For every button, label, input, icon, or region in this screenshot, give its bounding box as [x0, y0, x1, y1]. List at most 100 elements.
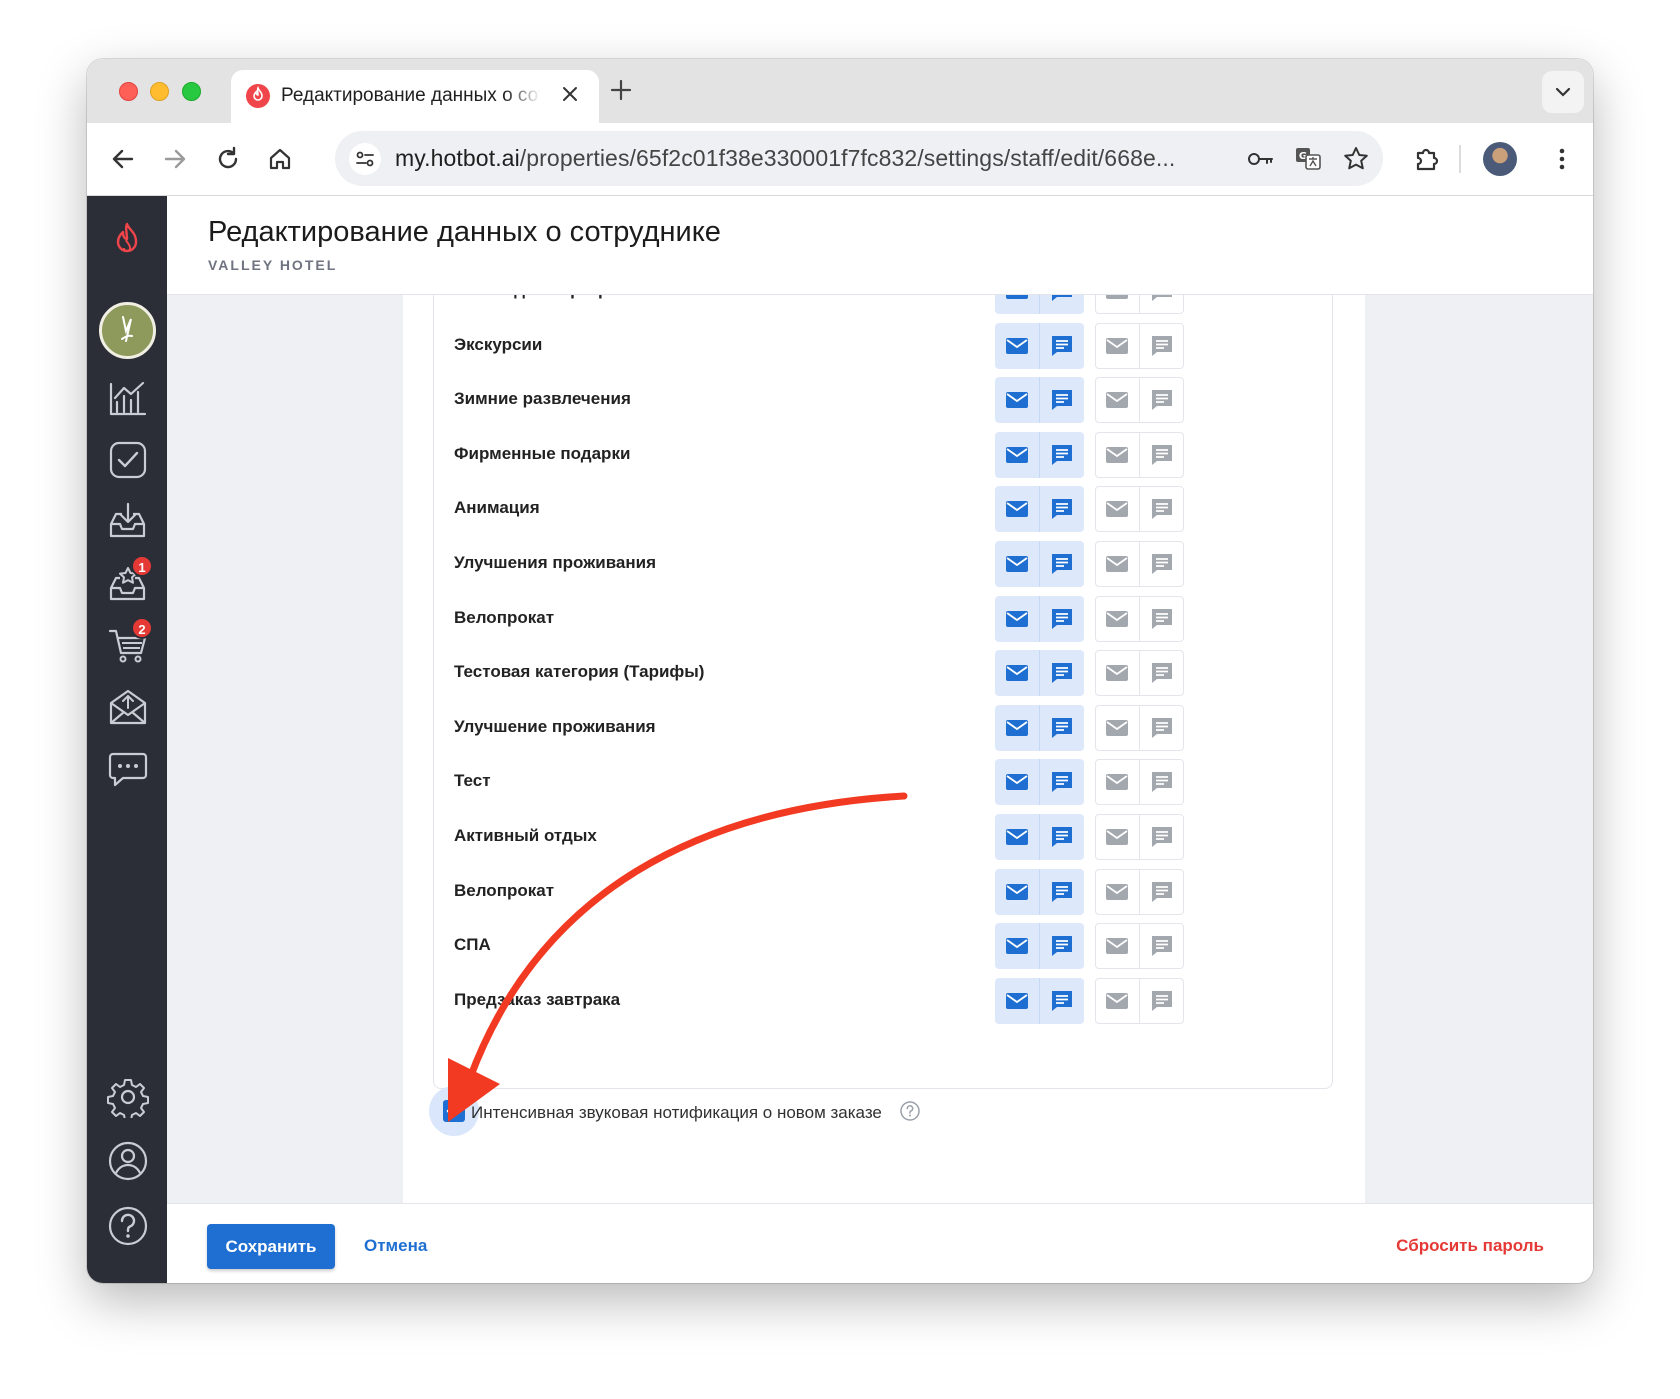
email-off-icon[interactable]	[1104, 496, 1130, 522]
email-off-icon[interactable]	[1104, 715, 1130, 741]
email-off-icon[interactable]	[1104, 333, 1130, 359]
close-icon[interactable]	[558, 82, 582, 106]
translate-icon[interactable]: G	[1293, 144, 1323, 174]
sms-on-icon[interactable]	[1049, 496, 1075, 522]
sms-off-icon[interactable]	[1149, 442, 1175, 468]
sms-on-icon[interactable]	[1049, 824, 1075, 850]
browser-tab[interactable]: Редактирование данных о сотруднике	[231, 70, 599, 123]
sms-off-icon[interactable]	[1149, 933, 1175, 959]
email-on-icon[interactable]	[1004, 551, 1030, 577]
sms-off-icon[interactable]	[1149, 715, 1175, 741]
help-question-icon[interactable]	[107, 1205, 149, 1247]
email-off-icon[interactable]	[1104, 606, 1130, 632]
sms-off-icon[interactable]	[1149, 769, 1175, 795]
sms-off-icon[interactable]	[1149, 496, 1175, 522]
sms-on-icon[interactable]	[1049, 606, 1075, 632]
inbox-download-icon[interactable]	[107, 500, 149, 542]
sms-off-icon[interactable]	[1149, 988, 1175, 1014]
forward-arrow-icon[interactable]	[159, 143, 191, 175]
close-window-button[interactable]	[119, 82, 138, 101]
email-off-icon[interactable]	[1104, 660, 1130, 686]
email-on-icon[interactable]	[1004, 769, 1030, 795]
maximize-window-button[interactable]	[182, 82, 201, 101]
cancel-link[interactable]: Отмена	[364, 1236, 427, 1256]
group-divider	[1039, 814, 1040, 860]
settings-gear-icon[interactable]	[107, 1076, 149, 1121]
selected-channels-group	[995, 814, 1084, 860]
email-off-icon[interactable]	[1104, 551, 1130, 577]
help-circle-icon[interactable]	[899, 1100, 921, 1122]
unselected-channels-group	[1095, 322, 1184, 369]
tab-search-chevron-down-icon[interactable]	[1542, 71, 1584, 113]
tasks-check-icon[interactable]	[107, 439, 149, 481]
email-on-icon[interactable]	[1004, 442, 1030, 468]
email-on-icon[interactable]	[1004, 606, 1030, 632]
analytics-chart-icon[interactable]	[107, 376, 149, 418]
sms-off-icon[interactable]	[1149, 387, 1175, 413]
email-on-icon[interactable]	[1004, 715, 1030, 741]
email-off-icon[interactable]	[1104, 769, 1130, 795]
intensive-sound-label: Интенсивная звуковая нотификация о новом…	[471, 1103, 882, 1122]
email-on-icon[interactable]	[1004, 387, 1030, 413]
reset-password-link[interactable]: Сбросить пароль	[1396, 1236, 1544, 1256]
email-off-icon[interactable]	[1104, 988, 1130, 1014]
category-row: Улучшение проживания	[454, 701, 1314, 755]
sms-off-icon[interactable]	[1149, 295, 1175, 304]
chrome-profile-avatar[interactable]	[1483, 142, 1517, 176]
email-on-icon[interactable]	[1004, 660, 1030, 686]
email-off-icon[interactable]	[1104, 442, 1130, 468]
new-tab-plus-icon[interactable]	[608, 77, 634, 103]
staff-edit-card: Новогодняя программа Экскурсии	[403, 295, 1365, 1203]
extensions-puzzle-icon[interactable]	[1411, 143, 1443, 175]
sms-off-icon[interactable]	[1149, 333, 1175, 359]
minimize-window-button[interactable]	[150, 82, 169, 101]
email-off-icon[interactable]	[1104, 933, 1130, 959]
email-off-icon[interactable]	[1104, 879, 1130, 905]
hotbot-logo-icon[interactable]	[109, 220, 145, 260]
back-arrow-icon[interactable]	[107, 143, 139, 175]
property-avatar[interactable]	[99, 302, 156, 359]
sms-on-icon[interactable]	[1049, 660, 1075, 686]
category-name: Предзаказ завтрака	[454, 989, 621, 1009]
sms-on-icon[interactable]	[1049, 295, 1075, 304]
sms-on-icon[interactable]	[1049, 988, 1075, 1014]
sms-on-icon[interactable]	[1049, 551, 1075, 577]
chat-bubble-icon[interactable]	[107, 748, 149, 790]
reload-icon[interactable]	[212, 143, 244, 175]
site-settings-icon[interactable]	[349, 143, 381, 175]
save-button[interactable]: Сохранить	[207, 1224, 335, 1269]
address-bar[interactable]: my.hotbot.ai/properties/65f2c01f38e33000…	[335, 131, 1383, 186]
mailing-envelope-icon[interactable]	[107, 686, 149, 728]
home-icon[interactable]	[264, 143, 296, 175]
email-off-icon[interactable]	[1104, 824, 1130, 850]
sms-off-icon[interactable]	[1149, 879, 1175, 905]
email-on-icon[interactable]	[1004, 879, 1030, 905]
key-icon[interactable]	[1245, 144, 1275, 174]
unselected-channels-group	[1095, 541, 1184, 587]
group-divider	[1039, 295, 1040, 314]
bookmark-star-icon[interactable]	[1341, 144, 1371, 174]
email-on-icon[interactable]	[1004, 933, 1030, 959]
email-on-icon[interactable]	[1004, 824, 1030, 850]
email-on-icon[interactable]	[1004, 295, 1030, 304]
email-off-icon[interactable]	[1104, 295, 1130, 304]
email-off-icon[interactable]	[1104, 387, 1130, 413]
category-name: Зимние развлечения	[454, 389, 631, 409]
email-on-icon[interactable]	[1004, 988, 1030, 1014]
sms-off-icon[interactable]	[1149, 606, 1175, 632]
sms-off-icon[interactable]	[1149, 660, 1175, 686]
kebab-menu-icon[interactable]	[1546, 143, 1578, 175]
sms-on-icon[interactable]	[1049, 333, 1075, 359]
sms-off-icon[interactable]	[1149, 824, 1175, 850]
sms-on-icon[interactable]	[1049, 442, 1075, 468]
sms-on-icon[interactable]	[1049, 769, 1075, 795]
sms-on-icon[interactable]	[1049, 715, 1075, 741]
email-on-icon[interactable]	[1004, 333, 1030, 359]
sms-on-icon[interactable]	[1049, 933, 1075, 959]
email-on-icon[interactable]	[1004, 496, 1030, 522]
category-name: Улучшения проживания	[454, 553, 657, 572]
sms-on-icon[interactable]	[1049, 879, 1075, 905]
profile-user-icon[interactable]	[107, 1140, 149, 1182]
sms-off-icon[interactable]	[1149, 551, 1175, 577]
sms-on-icon[interactable]	[1049, 387, 1075, 413]
